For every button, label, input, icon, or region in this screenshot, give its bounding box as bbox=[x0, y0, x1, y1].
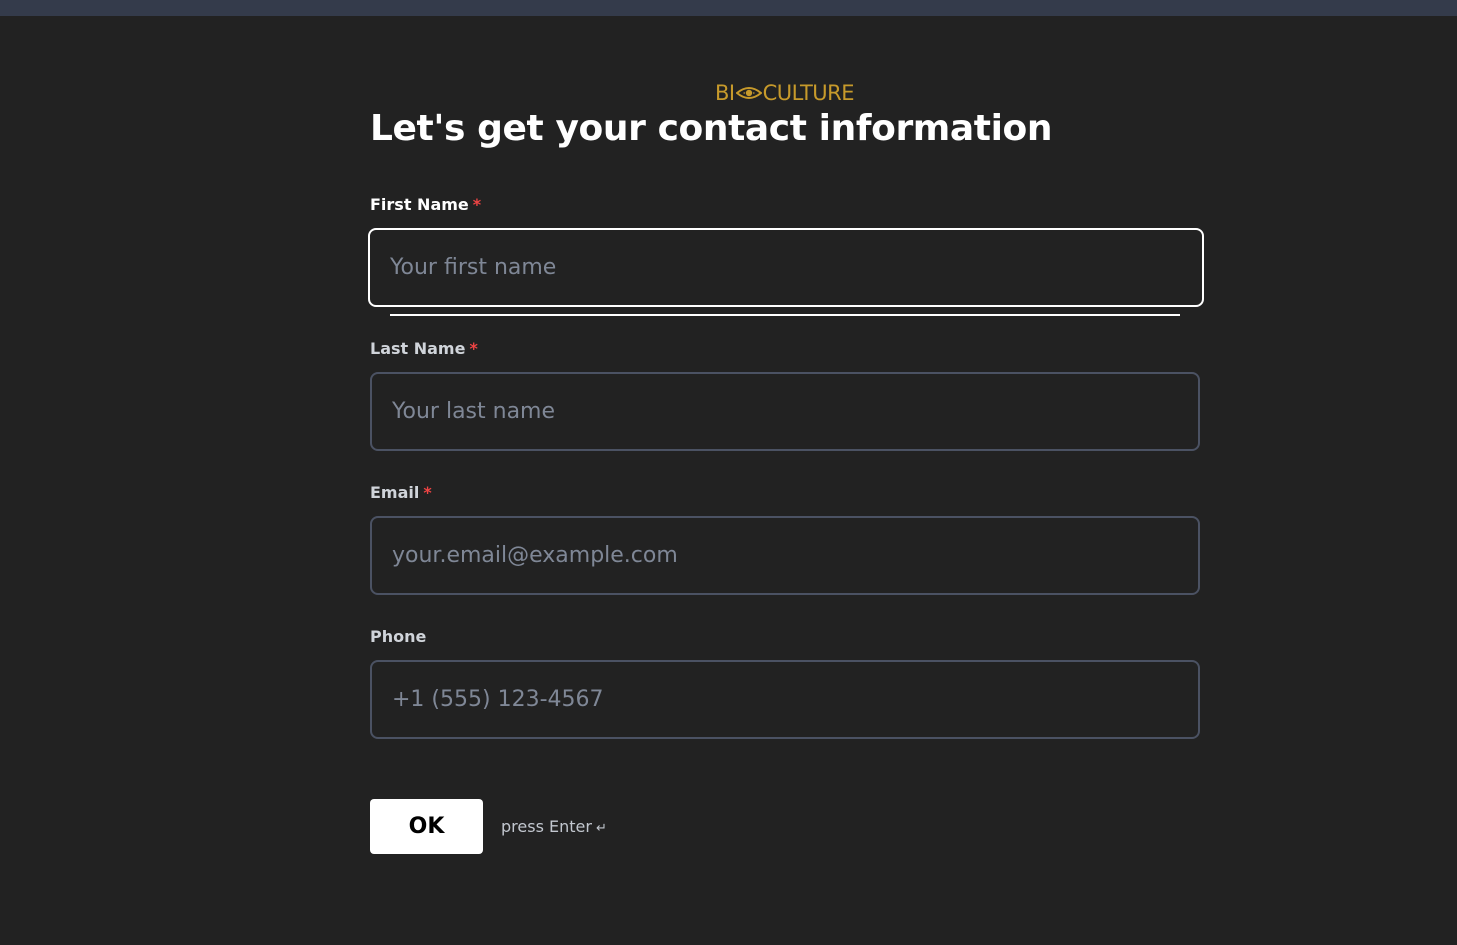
focus-underline bbox=[390, 314, 1180, 316]
phone-input[interactable] bbox=[372, 662, 1198, 737]
press-enter-text: press Enter bbox=[501, 817, 592, 836]
email-label: Email * bbox=[370, 483, 432, 502]
logo-text-left: BI bbox=[715, 81, 735, 105]
eye-logo-icon bbox=[735, 87, 762, 99]
page-title: Let's get your contact information bbox=[370, 108, 1053, 149]
phone-field[interactable] bbox=[370, 660, 1200, 739]
last-name-label: Last Name * bbox=[370, 339, 478, 358]
press-enter-hint: press Enter ↵ bbox=[501, 817, 607, 836]
required-asterisk: * bbox=[472, 195, 482, 214]
phone-label-text: Phone bbox=[370, 627, 427, 646]
first-name-field[interactable] bbox=[368, 228, 1204, 307]
last-name-input[interactable] bbox=[372, 374, 1198, 449]
enter-key-icon: ↵ bbox=[595, 821, 607, 836]
first-name-input[interactable] bbox=[370, 230, 1202, 305]
first-name-label: First Name * bbox=[370, 195, 481, 214]
email-field[interactable] bbox=[370, 516, 1200, 595]
phone-label: Phone bbox=[370, 627, 426, 646]
bioculture-logo: BI CULTURE bbox=[715, 80, 855, 106]
top-bar bbox=[0, 0, 1457, 16]
required-asterisk: * bbox=[469, 339, 478, 358]
ok-button[interactable]: OK bbox=[370, 799, 483, 854]
last-name-label-text: Last Name bbox=[370, 339, 466, 358]
required-asterisk: * bbox=[423, 483, 432, 502]
first-name-label-text: First Name bbox=[370, 195, 469, 214]
logo-text-right: CULTURE bbox=[762, 81, 855, 105]
last-name-field[interactable] bbox=[370, 372, 1200, 451]
email-label-text: Email bbox=[370, 483, 420, 502]
email-input[interactable] bbox=[372, 518, 1198, 593]
